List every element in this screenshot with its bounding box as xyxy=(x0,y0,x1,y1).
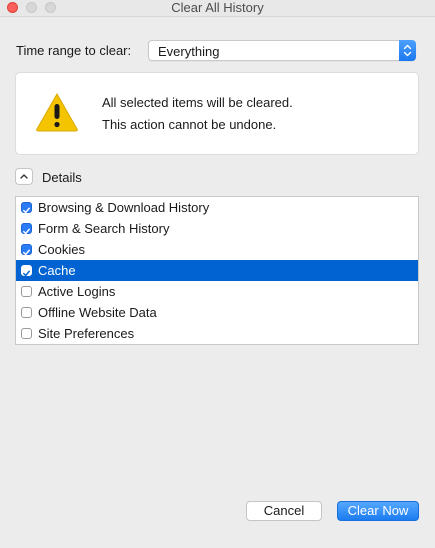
list-item-browsing-download-history[interactable]: Browsing & Download History xyxy=(16,197,418,218)
history-items-list: Browsing & Download History Form & Searc… xyxy=(15,196,419,345)
select-stepper-icon xyxy=(399,40,416,61)
item-label: Cache xyxy=(38,263,76,278)
list-item-offline-website-data[interactable]: Offline Website Data xyxy=(16,302,418,323)
checkbox-checked-icon[interactable] xyxy=(21,223,32,235)
checkbox-unchecked-icon[interactable] xyxy=(21,307,32,318)
details-disclosure-button[interactable] xyxy=(15,168,33,185)
checkbox-unchecked-icon[interactable] xyxy=(21,286,32,297)
item-label: Browsing & Download History xyxy=(38,200,210,215)
chevron-up-icon xyxy=(20,174,28,179)
cancel-button[interactable]: Cancel xyxy=(246,501,322,521)
list-item-cookies[interactable]: Cookies xyxy=(16,239,418,260)
time-range-value: Everything xyxy=(158,44,220,59)
warning-icon xyxy=(35,92,79,135)
item-label: Active Logins xyxy=(38,284,116,299)
time-range-select[interactable]: Everything xyxy=(148,40,416,61)
time-range-label: Time range to clear: xyxy=(16,43,132,58)
clear-now-button[interactable]: Clear Now xyxy=(337,501,419,521)
list-item-cache[interactable]: Cache xyxy=(16,260,418,281)
list-item-form-search-history[interactable]: Form & Search History xyxy=(16,218,418,239)
warning-notice: All selected items will be cleared. This… xyxy=(15,72,419,155)
checkbox-unchecked-icon[interactable] xyxy=(21,328,32,339)
item-label: Offline Website Data xyxy=(38,305,157,320)
checkbox-checked-icon[interactable] xyxy=(21,202,32,214)
checkbox-checked-icon[interactable] xyxy=(21,265,32,277)
list-item-site-preferences[interactable]: Site Preferences xyxy=(16,323,418,344)
item-label: Cookies xyxy=(38,242,85,257)
details-label: Details xyxy=(42,170,82,185)
list-item-active-logins[interactable]: Active Logins xyxy=(16,281,418,302)
checkbox-checked-icon[interactable] xyxy=(21,244,32,256)
item-label: Site Preferences xyxy=(38,326,135,341)
notice-line-1: All selected items will be cleared. xyxy=(102,95,293,110)
notice-line-2: This action cannot be undone. xyxy=(102,117,277,132)
window-title: Clear All History xyxy=(171,0,264,15)
title-bar: Clear All History xyxy=(0,0,435,17)
item-label: Form & Search History xyxy=(38,221,170,236)
